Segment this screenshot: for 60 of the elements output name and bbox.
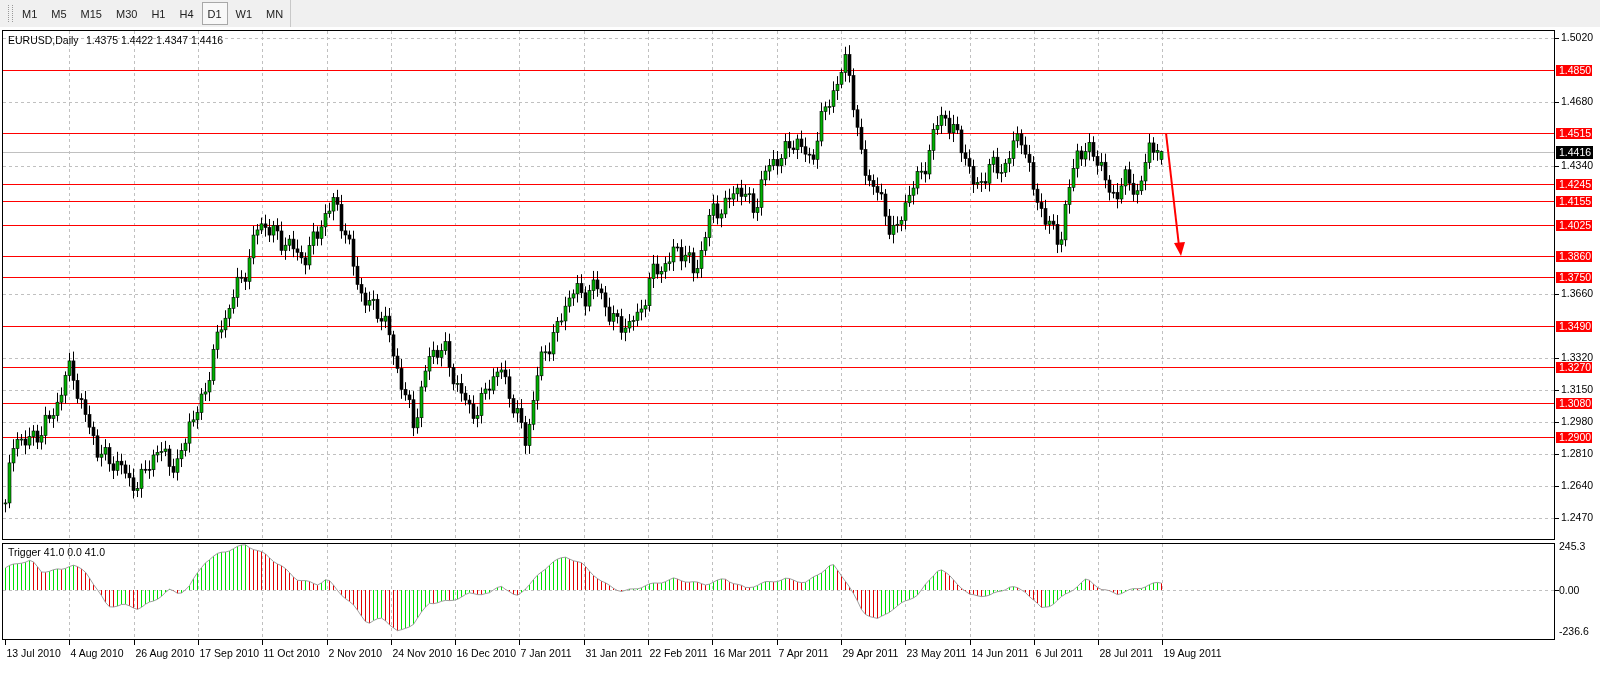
date-label: 28 Jul 2011 (1099, 647, 1153, 659)
date-label: 24 Nov 2010 (392, 647, 453, 659)
price-tick-label: 1.2470 (1561, 511, 1594, 523)
timeframe-button[interactable]: M15 (74, 2, 108, 25)
ohlc-values: 1.4375 1.4422 1.4347 1.4416 (86, 34, 224, 46)
price-tick-label: 1.3320 (1561, 351, 1594, 363)
timeframe-button[interactable]: H1 (145, 2, 172, 25)
date-label: 2 Nov 2010 (328, 647, 383, 659)
price-tick-label: 1.5020 (1561, 31, 1594, 43)
date-label: 11 Oct 2010 (263, 647, 320, 659)
level-price-tag: 1.3080 (1556, 397, 1592, 409)
timeframe-button[interactable]: H4 (173, 2, 200, 25)
date-label: 22 Feb 2011 (649, 647, 708, 659)
level-price-tag: 1.2900 (1556, 431, 1592, 443)
date-label: 16 Dec 2010 (456, 647, 517, 659)
level-price-tag: 1.4850 (1556, 64, 1592, 76)
timeframe-button[interactable]: M1 (16, 2, 44, 25)
level-price-tag: 1.3860 (1556, 250, 1592, 262)
level-price-tag: 1.3270 (1556, 361, 1592, 373)
date-label: 23 May 2011 (906, 647, 967, 659)
indicator-title: Trigger 41.0 0.0 41.0 (8, 546, 106, 558)
date-label: 26 Aug 2010 (135, 647, 195, 659)
date-label: 7 Jan 2011 (520, 647, 572, 659)
level-price-tag: 1.4155 (1556, 195, 1592, 207)
level-price-tag: 1.3750 (1556, 271, 1592, 283)
date-label: 13 Jul 2010 (6, 647, 61, 659)
date-label: 19 Aug 2011 (1163, 647, 1222, 659)
indicator-axis-label: -236.6 (1559, 625, 1589, 637)
toolbar-grip[interactable] (8, 5, 13, 22)
timeframe-button[interactable]: D1 (201, 2, 228, 25)
level-price-tag: 1.3490 (1556, 320, 1592, 332)
date-label: 31 Jan 2011 (585, 647, 643, 659)
price-tick-label: 1.3150 (1561, 383, 1594, 395)
date-label: 29 Apr 2011 (842, 647, 899, 659)
date-label: 4 Aug 2010 (70, 647, 124, 659)
date-label: 16 Mar 2011 (713, 647, 772, 659)
timeframe-button[interactable]: M5 (45, 2, 73, 25)
down-arrow[interactable] (1165, 132, 1185, 256)
date-label: 17 Sep 2010 (199, 647, 260, 659)
timeframe-button[interactable]: W1 (229, 2, 259, 25)
price-tick-label: 1.4340 (1561, 159, 1594, 171)
chart-title: EURUSD,Daily (8, 34, 79, 46)
price-tick-label: 1.2640 (1561, 479, 1594, 491)
indicator-axis-label: 0.00 (1559, 584, 1580, 596)
date-label: 7 Apr 2011 (778, 647, 829, 659)
level-price-tag: 1.4245 (1556, 178, 1592, 190)
level-price-tag: 1.4025 (1556, 219, 1592, 231)
level-line[interactable] (2, 184, 1555, 185)
price-tick-label: 1.2810 (1561, 447, 1594, 459)
price-tick-label: 1.4680 (1561, 95, 1594, 107)
current-price-tag: 1.4416 (1556, 146, 1593, 159)
timeframe-button[interactable]: MN (260, 2, 290, 25)
indicator-axis-label: 245.3 (1559, 540, 1586, 552)
level-price-tag: 1.4515 (1556, 127, 1592, 139)
level-line[interactable] (2, 225, 1555, 226)
price-tick-label: 1.2980 (1561, 415, 1594, 427)
price-tick-label: 1.3660 (1561, 287, 1594, 299)
date-label: 14 Jun 2011 (971, 647, 1029, 659)
timeframe-button[interactable]: M30 (109, 2, 144, 25)
date-label: 6 Jul 2011 (1035, 647, 1084, 659)
